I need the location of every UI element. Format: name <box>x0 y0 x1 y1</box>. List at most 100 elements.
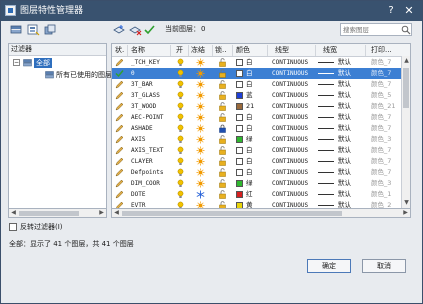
lineweight-value[interactable]: 默认 <box>338 102 351 111</box>
new-group-filter-icon[interactable] <box>27 24 40 36</box>
table-row[interactable]: 3T_WOOD 21 CONTINUOUS 默认 颜色_21 <box>112 101 402 112</box>
plot-style-value[interactable]: 颜色_7 <box>371 124 391 133</box>
lineweight-value[interactable]: 默认 <box>338 80 351 89</box>
delete-layer-icon[interactable] <box>129 24 142 36</box>
color-swatch[interactable] <box>236 103 243 110</box>
set-current-icon[interactable] <box>143 24 156 36</box>
lock-open-icon[interactable] <box>218 135 227 144</box>
search-box[interactable] <box>340 23 412 36</box>
linetype-value[interactable]: CONTINUOUS <box>272 124 308 133</box>
linetype-value[interactable]: CONTINUOUS <box>272 113 308 122</box>
lineweight-value[interactable]: 默认 <box>338 146 351 155</box>
table-vscrollbar[interactable]: ▲ ▼ <box>401 56 410 208</box>
color-swatch[interactable] <box>236 180 243 187</box>
help-button[interactable]: ? <box>384 4 398 18</box>
lock-open-icon[interactable] <box>218 179 227 188</box>
color-swatch[interactable] <box>236 114 243 121</box>
color-label[interactable]: 白 <box>246 146 253 155</box>
layer-name[interactable]: 3T_WOOD <box>131 102 156 111</box>
lock-open-icon[interactable] <box>218 157 227 166</box>
color-label[interactable]: 白 <box>246 157 253 166</box>
layer-on-bulb-icon[interactable] <box>176 135 185 144</box>
layer-name[interactable]: CLAYER <box>131 157 153 166</box>
tree-collapse-icon[interactable]: − <box>13 59 20 66</box>
plot-style-value[interactable]: 颜色_7 <box>371 80 391 89</box>
color-label[interactable]: 绿 <box>246 135 253 144</box>
lock-closed-icon[interactable] <box>218 124 227 133</box>
scroll-up-icon[interactable]: ▲ <box>402 56 411 65</box>
linetype-value[interactable]: CONTINUOUS <box>272 179 308 188</box>
layer-thawed-sun-icon[interactable] <box>196 91 205 100</box>
layer-on-bulb-icon[interactable] <box>176 69 185 78</box>
layer-thawed-sun-icon[interactable] <box>196 146 205 155</box>
table-row[interactable]: _TCH_KEY 白 CONTINUOUS 默认 颜色_7 <box>112 57 402 68</box>
layer-name[interactable]: ASHADE <box>131 124 153 133</box>
linetype-value[interactable]: CONTINUOUS <box>272 146 308 155</box>
filter-panel-hscrollbar[interactable]: ◀ ▶ <box>8 208 107 218</box>
linetype-value[interactable]: CONTINUOUS <box>272 91 308 100</box>
table-row[interactable]: AXIS_TEXT 白 CONTINUOUS 默认 颜色_7 <box>112 145 402 156</box>
layer-on-bulb-icon[interactable] <box>176 190 185 199</box>
table-row[interactable]: 3T_GLASS 蓝 CONTINUOUS 默认 颜色_5 <box>112 90 402 101</box>
color-swatch[interactable] <box>236 169 243 176</box>
color-swatch[interactable] <box>236 147 243 154</box>
invert-filter-checkbox[interactable] <box>9 223 17 231</box>
plot-style-value[interactable]: 颜色_7 <box>371 69 391 78</box>
linetype-value[interactable]: CONTINUOUS <box>272 58 308 67</box>
linetype-value[interactable]: CONTINUOUS <box>272 102 308 111</box>
table-row[interactable]: ASHADE 白 CONTINUOUS 默认 颜色_7 <box>112 123 402 134</box>
layer-name[interactable]: _TCH_KEY <box>131 58 160 67</box>
table-row[interactable]: DIM_COOR 绿 CONTINUOUS 默认 颜色_3 <box>112 178 402 189</box>
column-linetype[interactable]: 线型 <box>275 46 289 55</box>
lineweight-value[interactable]: 默认 <box>338 58 351 67</box>
scroll-right-icon[interactable]: ▶ <box>401 209 410 217</box>
column-color[interactable]: 颜色 <box>236 46 250 55</box>
table-row[interactable]: CLAYER 白 CONTINUOUS 默认 颜色_7 <box>112 156 402 167</box>
column-lineweight[interactable]: 线宽 <box>323 46 337 55</box>
layer-name[interactable]: AXIS_TEXT <box>131 146 164 155</box>
color-label[interactable]: 白 <box>246 113 253 122</box>
layer-name[interactable]: 3T_GLASS <box>131 91 160 100</box>
layer-on-bulb-icon[interactable] <box>176 179 185 188</box>
lineweight-value[interactable]: 默认 <box>338 168 351 177</box>
color-swatch[interactable] <box>236 125 243 132</box>
scroll-thumb[interactable] <box>19 211 79 216</box>
table-row[interactable]: 3T_BAR 白 CONTINUOUS 默认 颜色_7 <box>112 79 402 90</box>
layer-thawed-sun-icon[interactable] <box>196 179 205 188</box>
layer-thawed-sun-icon[interactable] <box>196 135 205 144</box>
layer-thawed-sun-icon[interactable] <box>196 69 205 78</box>
plot-style-value[interactable]: 颜色_7 <box>371 146 391 155</box>
layer-thawed-sun-icon[interactable] <box>196 124 205 133</box>
linetype-value[interactable]: CONTINUOUS <box>272 168 308 177</box>
color-label[interactable]: 绿 <box>246 179 253 188</box>
plot-style-value[interactable]: 颜色_7 <box>371 157 391 166</box>
lineweight-value[interactable]: 默认 <box>338 91 351 100</box>
table-row[interactable]: AEC-POINT 白 CONTINUOUS 默认 颜色_7 <box>112 112 402 123</box>
cancel-button[interactable]: 取消 <box>362 259 406 273</box>
lineweight-value[interactable]: 默认 <box>338 135 351 144</box>
lock-open-icon[interactable] <box>218 102 227 111</box>
layer-on-bulb-icon[interactable] <box>176 146 185 155</box>
scroll-left-icon[interactable]: ◀ <box>9 209 18 217</box>
lock-open-icon[interactable] <box>218 146 227 155</box>
column-freeze[interactable]: 冻结 <box>191 46 205 55</box>
linetype-value[interactable]: CONTINUOUS <box>272 80 308 89</box>
layer-thawed-sun-icon[interactable] <box>196 157 205 166</box>
column-lock[interactable]: 锁.. <box>215 46 226 55</box>
linetype-value[interactable]: CONTINUOUS <box>272 69 308 78</box>
layer-thawed-sun-icon[interactable] <box>196 113 205 122</box>
plot-style-value[interactable]: 颜色_3 <box>371 135 391 144</box>
lock-open-icon[interactable] <box>218 113 227 122</box>
scroll-thumb[interactable] <box>122 211 342 216</box>
linetype-value[interactable]: CONTINUOUS <box>272 190 308 199</box>
scroll-down-icon[interactable]: ▼ <box>402 198 411 207</box>
linetype-value[interactable]: CONTINUOUS <box>272 135 308 144</box>
layer-thawed-sun-icon[interactable] <box>196 58 205 67</box>
table-row[interactable]: DOTE 红 CONTINUOUS 默认 颜色_1 <box>112 189 402 200</box>
layer-frozen-icon[interactable] <box>196 190 205 199</box>
plot-style-value[interactable]: 颜色_5 <box>371 91 391 100</box>
layer-on-bulb-icon[interactable] <box>176 91 185 100</box>
column-status[interactable]: 状. <box>115 46 124 55</box>
tree-item-all[interactable]: 全部 <box>34 58 52 68</box>
new-property-filter-icon[interactable] <box>10 24 23 36</box>
